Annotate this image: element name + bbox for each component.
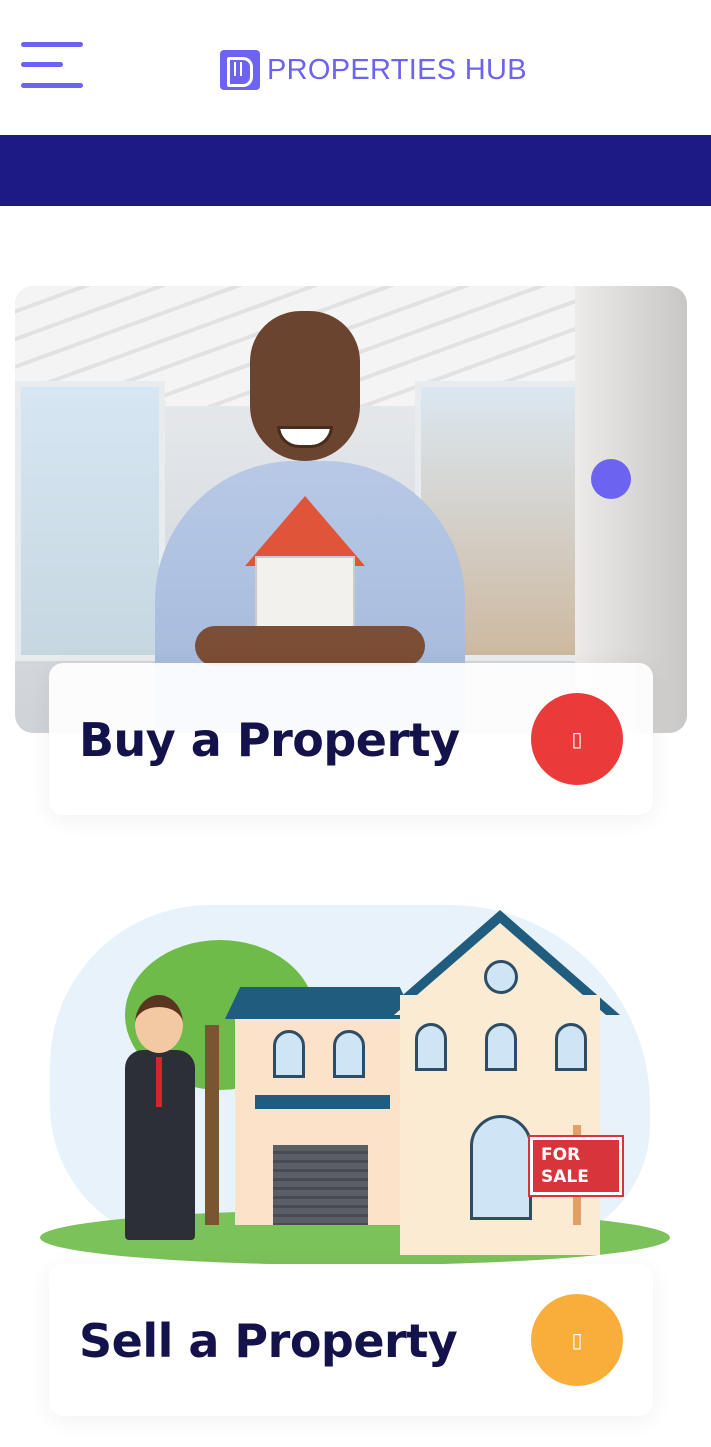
brand[interactable]: PROPERTIES HUB	[220, 50, 527, 90]
top-banner	[0, 135, 711, 206]
sell-property-card[interactable]: Sell a Property ▯	[49, 1264, 653, 1416]
buy-property-card[interactable]: Buy a Property ▯	[49, 663, 653, 815]
sell-property-illustration: FOR SALE	[30, 895, 680, 1295]
properties-hub-logo-icon	[220, 50, 260, 90]
sell-property-button[interactable]: ▯	[531, 1294, 623, 1386]
brand-name: PROPERTIES HUB	[267, 53, 527, 86]
arrow-icon: ▯	[571, 728, 583, 751]
buy-property-title: Buy a Property	[79, 713, 460, 767]
hamburger-menu-icon[interactable]	[21, 42, 83, 90]
carousel-dot[interactable]	[591, 459, 631, 499]
sell-property-title: Sell a Property	[79, 1314, 458, 1368]
app-header: PROPERTIES HUB	[0, 0, 711, 135]
arrow-icon: ▯	[571, 1329, 583, 1352]
buy-property-button[interactable]: ▯	[531, 693, 623, 785]
for-sale-sign: FOR SALE	[530, 1137, 622, 1195]
